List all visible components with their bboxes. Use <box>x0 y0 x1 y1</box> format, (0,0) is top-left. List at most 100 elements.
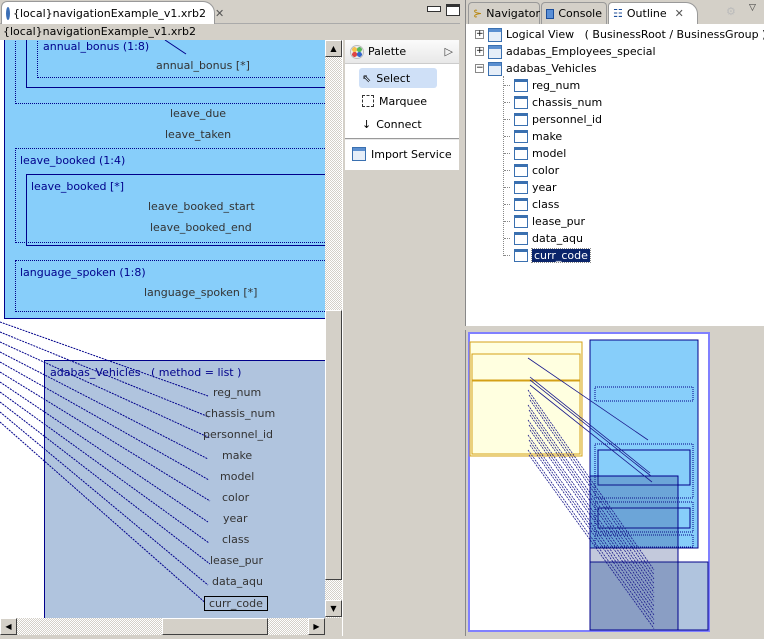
tab-navigator[interactable]: ⊱ Navigator <box>468 2 540 24</box>
tree-field-curr-code[interactable]: curr_code <box>504 247 591 264</box>
connection-line <box>0 411 209 586</box>
vehicle-field-model[interactable]: model <box>220 470 254 483</box>
close-icon[interactable]: ✕ <box>215 7 224 20</box>
service-icon <box>488 27 502 42</box>
tree-field-label: curr_code <box>531 248 591 263</box>
vehicle-field-data-aqu[interactable]: data_aqu <box>212 575 263 588</box>
field-icon <box>514 113 528 126</box>
vehicle-field-year[interactable]: year <box>223 512 248 525</box>
link-icon[interactable]: ⚙ <box>726 5 736 18</box>
palette-connect-tool[interactable]: ↓ Connect <box>359 114 437 134</box>
scroll-down-button[interactable]: ▼ <box>325 600 342 617</box>
annual-bonus-connector <box>164 40 187 55</box>
diagram-overview-thumbnail[interactable] <box>466 330 764 636</box>
collapse-palette-icon[interactable]: ▷ <box>445 45 453 58</box>
palette-icon <box>350 44 364 59</box>
field-icon <box>514 147 528 160</box>
vehicle-field-personnel-id[interactable]: personnel_id <box>203 428 273 441</box>
tree-node-label: adabas_Vehicles <box>506 62 597 75</box>
vertical-scrollbar[interactable]: ▲ ▼ <box>325 40 342 618</box>
tree-field-make[interactable]: make <box>504 128 562 145</box>
arrow-cursor-icon: ⇖ <box>362 71 372 85</box>
vertical-scroll-thumb[interactable] <box>325 310 342 580</box>
vehicle-field-class[interactable]: class <box>222 533 249 546</box>
collapse-icon[interactable]: − <box>475 64 484 73</box>
connection-line <box>0 361 210 481</box>
tree-field-label: personnel_id <box>532 113 603 126</box>
tab-label: Outline <box>626 7 667 20</box>
field-icon <box>514 181 528 194</box>
tree-field-year[interactable]: year <box>504 179 557 196</box>
view-menu-icon[interactable]: ▽ <box>749 3 756 13</box>
tree-connector <box>504 255 510 256</box>
field-icon <box>514 96 528 109</box>
horizontal-scrollbar[interactable]: ◀ ▶ <box>0 618 325 635</box>
marquee-icon <box>362 95 374 107</box>
connection-line <box>0 401 211 565</box>
editor-tab[interactable]: {local}navigationExample_v1.xrb2 ✕ <box>1 1 224 25</box>
scroll-right-button[interactable]: ▶ <box>308 618 325 635</box>
tree-field-color[interactable]: color <box>504 162 559 179</box>
tree-connector <box>504 85 510 86</box>
palette-import-service[interactable]: Import Service <box>349 144 459 164</box>
tree-field-class[interactable]: class <box>504 196 559 213</box>
vehicle-field-chassis-num[interactable]: chassis_num <box>205 407 275 420</box>
field-icon <box>514 232 528 245</box>
close-icon[interactable]: ✕ <box>675 7 684 20</box>
editor-tab-label: {local}navigationExample_v1.xrb2 <box>13 7 206 20</box>
view-tab-bar: ⊱ Navigator Console ☷ Outline ✕ ⚙ ▽ <box>466 0 764 24</box>
tree-field-data-aqu[interactable]: data_aqu <box>504 230 583 247</box>
vehicle-field-reg-num[interactable]: reg_num <box>213 386 261 399</box>
tree-field-label: lease_pur <box>532 215 586 228</box>
connection-line <box>0 351 209 460</box>
editor-tab-bar: {local}navigationExample_v1.xrb2 ✕ <box>0 0 460 25</box>
palette-item-label: Import Service <box>371 147 452 161</box>
expand-icon[interactable]: + <box>475 47 484 56</box>
maximize-icon[interactable] <box>446 4 460 16</box>
tree-field-chassis-num[interactable]: chassis_num <box>504 94 602 111</box>
tree-node-employees[interactable]: + adabas_Employees_special <box>475 43 656 60</box>
connection-line <box>0 331 210 418</box>
tree-field-reg-num[interactable]: reg_num <box>504 77 580 94</box>
tree-field-label: color <box>532 164 560 177</box>
minimize-icon[interactable] <box>427 6 441 12</box>
tree-field-label: chassis_num <box>532 96 603 109</box>
scroll-up-button[interactable]: ▲ <box>325 40 342 57</box>
horizontal-scroll-thumb[interactable] <box>162 618 268 635</box>
diagram-canvas[interactable]: annual_bonus (1:8) annual_bonus [*] leav… <box>0 40 325 618</box>
connection-line <box>0 391 210 544</box>
vehicle-field-make[interactable]: make <box>222 449 252 462</box>
connection-lines <box>0 40 211 607</box>
tree-field-label: model <box>532 147 567 160</box>
palette-item-label: Select <box>376 71 411 85</box>
selected-field-curr-code[interactable]: curr_code <box>204 596 268 611</box>
palette: Palette ▷ ⇖ Select Marquee ↓ Connect Imp… <box>342 40 460 636</box>
palette-divider <box>345 138 459 141</box>
tree-node-vehicles[interactable]: − adabas_Vehicles <box>475 60 597 77</box>
tab-console[interactable]: Console <box>541 2 607 24</box>
palette-marquee-tool[interactable]: Marquee <box>359 91 437 111</box>
expand-icon[interactable]: + <box>475 30 484 39</box>
console-icon <box>546 8 555 19</box>
tree-field-personnel-id[interactable]: personnel_id <box>504 111 602 128</box>
tree-connector <box>504 238 510 239</box>
palette-select-tool[interactable]: ⇖ Select <box>359 68 437 88</box>
tree-node-logical-view[interactable]: + Logical View ( BusinessRoot / Business… <box>475 26 764 43</box>
connection-line <box>0 371 211 502</box>
tree-field-model[interactable]: model <box>504 145 566 162</box>
scroll-left-button[interactable]: ◀ <box>0 618 17 635</box>
overview-pane <box>465 330 764 636</box>
palette-header[interactable]: Palette ▷ <box>345 40 459 64</box>
tree-field-label: reg_num <box>532 79 581 92</box>
field-icon <box>514 130 528 143</box>
vehicle-field-color[interactable]: color <box>222 491 249 504</box>
vehicle-field-lease-pur[interactable]: lease_pur <box>210 554 263 567</box>
diagram-editor: {local}navigationExample_v1.xrb2 ✕ {loca… <box>0 0 460 636</box>
tree-field-lease-pur[interactable]: lease_pur <box>504 213 585 230</box>
palette-item-label: Connect <box>376 117 422 131</box>
tab-outline[interactable]: ☷ Outline ✕ <box>608 2 698 24</box>
service-icon <box>352 147 366 161</box>
service-circle-icon <box>6 7 10 20</box>
connection-line <box>0 341 211 439</box>
tab-label: Console <box>558 7 602 20</box>
